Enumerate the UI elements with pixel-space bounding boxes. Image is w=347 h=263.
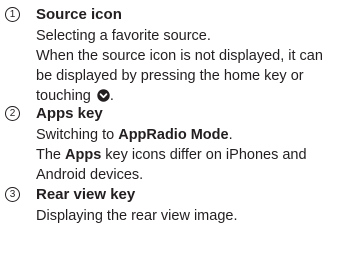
description-line: Selecting a favorite source.	[36, 28, 211, 44]
description-line: Switching to AppRadio Mode.	[36, 125, 341, 145]
item-heading: 1 Source icon	[0, 4, 347, 26]
item-source-icon: 1 Source icon Selecting a favorite sourc…	[0, 4, 347, 108]
description-line: Displaying the rear view image.	[36, 208, 238, 224]
item-description: Selecting a favorite source. When the so…	[36, 26, 341, 108]
item-number: 1	[5, 7, 20, 22]
item-description: Displaying the rear view image.	[36, 206, 341, 226]
description-text: The	[36, 147, 66, 163]
description-bold-text: AppRadio Mode	[118, 127, 229, 143]
item-title: Source icon	[36, 6, 122, 23]
description-text: .	[228, 127, 233, 143]
item-number: 2	[5, 106, 20, 121]
description-line: Android devices.	[36, 167, 144, 183]
item-title: Apps key	[36, 105, 103, 122]
item-number: 3	[5, 187, 20, 202]
description-line: be displayed by pressing the home key or	[36, 68, 304, 84]
description-line: The Apps key icons differ on iPhones and	[36, 145, 341, 165]
item-heading: 3 Rear view key	[0, 184, 347, 206]
description-text: key icons differ on iPhones and	[101, 147, 307, 163]
item-description: Switching to AppRadio Mode. The Apps key…	[36, 125, 341, 185]
item-heading: 2 Apps key	[0, 103, 347, 125]
item-apps-key: 2 Apps key Switching to AppRadio Mode. T…	[0, 103, 347, 185]
description-text: Switching to	[36, 127, 119, 143]
item-title: Rear view key	[36, 186, 136, 203]
description-text: .	[109, 88, 114, 104]
description-text: touching	[36, 88, 91, 104]
item-rear-view-key: 3 Rear view key Displaying the rear view…	[0, 184, 347, 226]
description-line: When the source icon is not displayed, i…	[36, 48, 323, 64]
description-bold-text: Apps	[65, 147, 102, 163]
